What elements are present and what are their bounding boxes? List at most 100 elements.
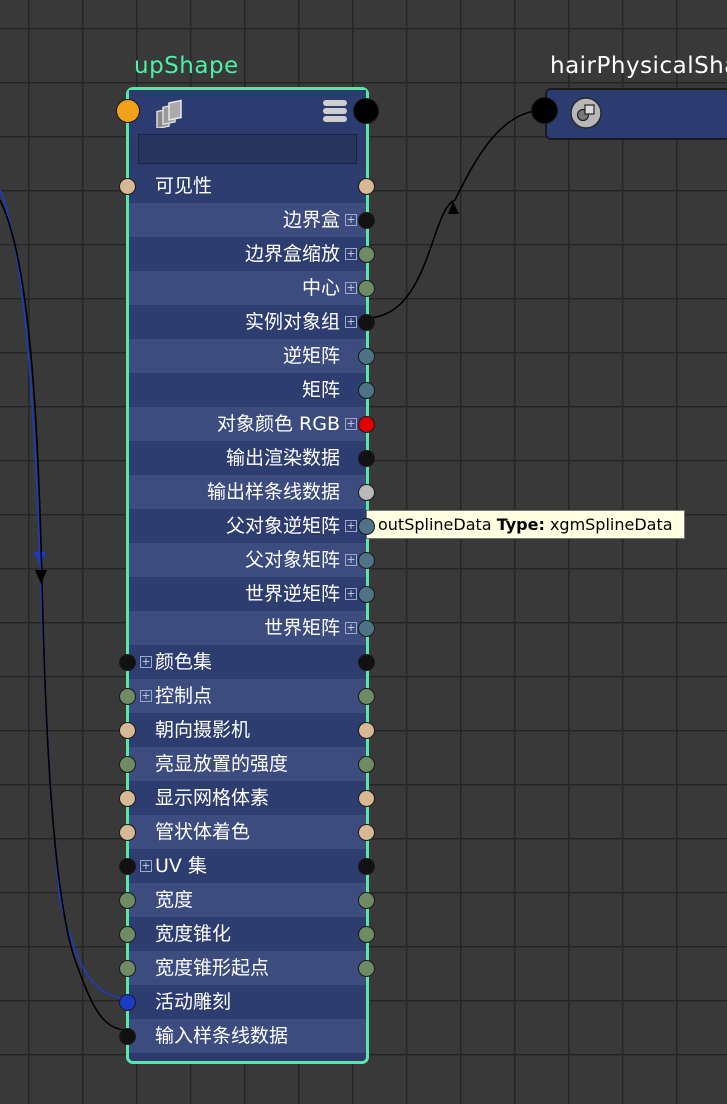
- attribute-output-port[interactable]: [357, 653, 375, 671]
- attribute-output-port[interactable]: [357, 347, 375, 365]
- expand-icon[interactable]: +: [345, 520, 357, 532]
- attribute-output-port[interactable]: [357, 551, 375, 569]
- hamburger-menu-icon[interactable]: [322, 99, 348, 123]
- attribute-row[interactable]: 可见性: [129, 169, 366, 203]
- attribute-row[interactable]: 管状体着色: [129, 815, 366, 849]
- attribute-row[interactable]: 矩阵: [129, 373, 366, 407]
- attribute-row[interactable]: 输入样条线数据: [129, 1019, 366, 1053]
- attribute-input-port[interactable]: [118, 755, 136, 773]
- attribute-input-port[interactable]: [118, 823, 136, 841]
- attribute-input-port[interactable]: [118, 891, 136, 909]
- attribute-label: 输出样条线数据: [206, 481, 340, 503]
- attribute-output-port[interactable]: [357, 687, 375, 705]
- node-input-port[interactable]: [116, 99, 140, 123]
- attribute-output-port[interactable]: [357, 823, 375, 841]
- expand-icon[interactable]: +: [345, 316, 357, 328]
- expand-icon[interactable]: +: [140, 656, 152, 668]
- attribute-output-port[interactable]: [357, 891, 375, 909]
- attribute-label: 宽度: [155, 889, 194, 911]
- attribute-row[interactable]: + 颜色集: [129, 645, 366, 679]
- attribute-row[interactable]: + 父对象矩阵: [129, 543, 366, 577]
- node-output-port[interactable]: [353, 98, 379, 124]
- attribute-label: 边界盒缩放: [244, 243, 340, 265]
- attribute-row[interactable]: + 边界盒: [129, 203, 366, 237]
- attribute-row[interactable]: + 边界盒缩放: [129, 237, 366, 271]
- attribute-output-port[interactable]: [357, 177, 375, 195]
- attribute-output-port[interactable]: [357, 857, 375, 875]
- tooltip-type-value: xgmSplineData: [549, 515, 673, 534]
- attribute-input-port[interactable]: [118, 993, 136, 1011]
- expand-icon[interactable]: +: [345, 282, 357, 294]
- node-upshape[interactable]: 可见性 + 边界盒 + 边界盒缩放 + 中心 + 实例对象组 逆矩阵 矩阵 + 对象颜色 RGB 输出渲染…: [126, 87, 369, 1064]
- attribute-output-port[interactable]: [357, 619, 375, 637]
- attribute-row[interactable]: 逆矩阵: [129, 339, 366, 373]
- attribute-label: 矩阵: [301, 379, 340, 401]
- attribute-output-port[interactable]: [357, 449, 375, 467]
- attribute-row[interactable]: + 中心: [129, 271, 366, 305]
- attribute-output-port[interactable]: [357, 721, 375, 739]
- attribute-input-port[interactable]: [118, 959, 136, 977]
- attribute-row[interactable]: 亮显放置的强度: [129, 747, 366, 781]
- attribute-input-port[interactable]: [118, 177, 136, 195]
- attribute-row[interactable]: 显示网格体素: [129, 781, 366, 815]
- attribute-input-port[interactable]: [118, 653, 136, 671]
- attribute-row[interactable]: 宽度: [129, 883, 366, 917]
- attribute-row[interactable]: + 控制点: [129, 679, 366, 713]
- attribute-output-port[interactable]: [357, 755, 375, 773]
- attribute-output-port[interactable]: [357, 789, 375, 807]
- shader-sphere-icon: [570, 97, 602, 129]
- attribute-output-port[interactable]: [357, 313, 375, 331]
- shader-input-port[interactable]: [531, 97, 558, 124]
- attribute-input-port[interactable]: [118, 789, 136, 807]
- expand-icon[interactable]: +: [140, 690, 152, 702]
- tooltip-type-label: Type:: [496, 515, 545, 534]
- attribute-input-port[interactable]: [118, 687, 136, 705]
- node-hairphysicalshader[interactable]: [545, 88, 727, 140]
- node-title-hairphysicalshader[interactable]: hairPhysicalShac: [550, 53, 727, 79]
- attribute-output-port[interactable]: [357, 279, 375, 297]
- attribute-input-port[interactable]: [118, 925, 136, 943]
- attribute-label: 宽度锥化: [155, 923, 232, 945]
- attribute-row[interactable]: + 世界矩阵: [129, 611, 366, 645]
- attribute-row[interactable]: + 父对象逆矩阵: [129, 509, 366, 543]
- attribute-input-port[interactable]: [118, 857, 136, 875]
- node-title-upshape[interactable]: upShape: [134, 53, 239, 79]
- attribute-input-port[interactable]: [118, 1027, 136, 1045]
- attribute-label: 逆矩阵: [282, 345, 340, 367]
- attribute-row[interactable]: 活动雕刻: [129, 985, 366, 1019]
- expand-icon[interactable]: +: [345, 248, 357, 260]
- attribute-output-port[interactable]: [357, 483, 375, 501]
- expand-icon[interactable]: +: [140, 860, 152, 872]
- attribute-label: 显示网格体素: [155, 787, 270, 809]
- attribute-row[interactable]: 宽度锥化: [129, 917, 366, 951]
- attribute-label: 活动雕刻: [155, 991, 232, 1013]
- attribute-row[interactable]: + 对象颜色 RGB: [129, 407, 366, 441]
- node-header[interactable]: [129, 90, 366, 134]
- attribute-row[interactable]: + 实例对象组: [129, 305, 366, 339]
- attribute-row[interactable]: 输出渲染数据: [129, 441, 366, 475]
- expand-icon[interactable]: +: [345, 418, 357, 430]
- attribute-output-port[interactable]: [357, 211, 375, 229]
- tooltip-attr-name: outSplineData: [378, 515, 492, 534]
- attribute-output-port[interactable]: [357, 415, 375, 433]
- attribute-row[interactable]: + UV 集: [129, 849, 366, 883]
- attribute-label: 输入样条线数据: [155, 1025, 289, 1047]
- node-name-field[interactable]: [138, 134, 357, 164]
- expand-icon[interactable]: +: [345, 588, 357, 600]
- attribute-output-port[interactable]: [357, 959, 375, 977]
- attribute-output-port[interactable]: [357, 381, 375, 399]
- expand-icon[interactable]: +: [345, 554, 357, 566]
- attribute-input-port[interactable]: [118, 721, 136, 739]
- wire-arrow-blue: [34, 552, 46, 566]
- attribute-list: 可见性 + 边界盒 + 边界盒缩放 + 中心 + 实例对象组 逆矩阵 矩阵 + 对象颜色 RGB 输出渲染…: [129, 169, 366, 1053]
- expand-icon[interactable]: +: [345, 214, 357, 226]
- attribute-output-port[interactable]: [357, 517, 375, 535]
- attribute-row[interactable]: 朝向摄影机: [129, 713, 366, 747]
- attribute-output-port[interactable]: [357, 585, 375, 603]
- attribute-row[interactable]: 输出样条线数据: [129, 475, 366, 509]
- attribute-output-port[interactable]: [357, 925, 375, 943]
- attribute-row[interactable]: 宽度锥形起点: [129, 951, 366, 985]
- expand-icon[interactable]: +: [345, 622, 357, 634]
- attribute-row[interactable]: + 世界逆矩阵: [129, 577, 366, 611]
- attribute-output-port[interactable]: [357, 245, 375, 263]
